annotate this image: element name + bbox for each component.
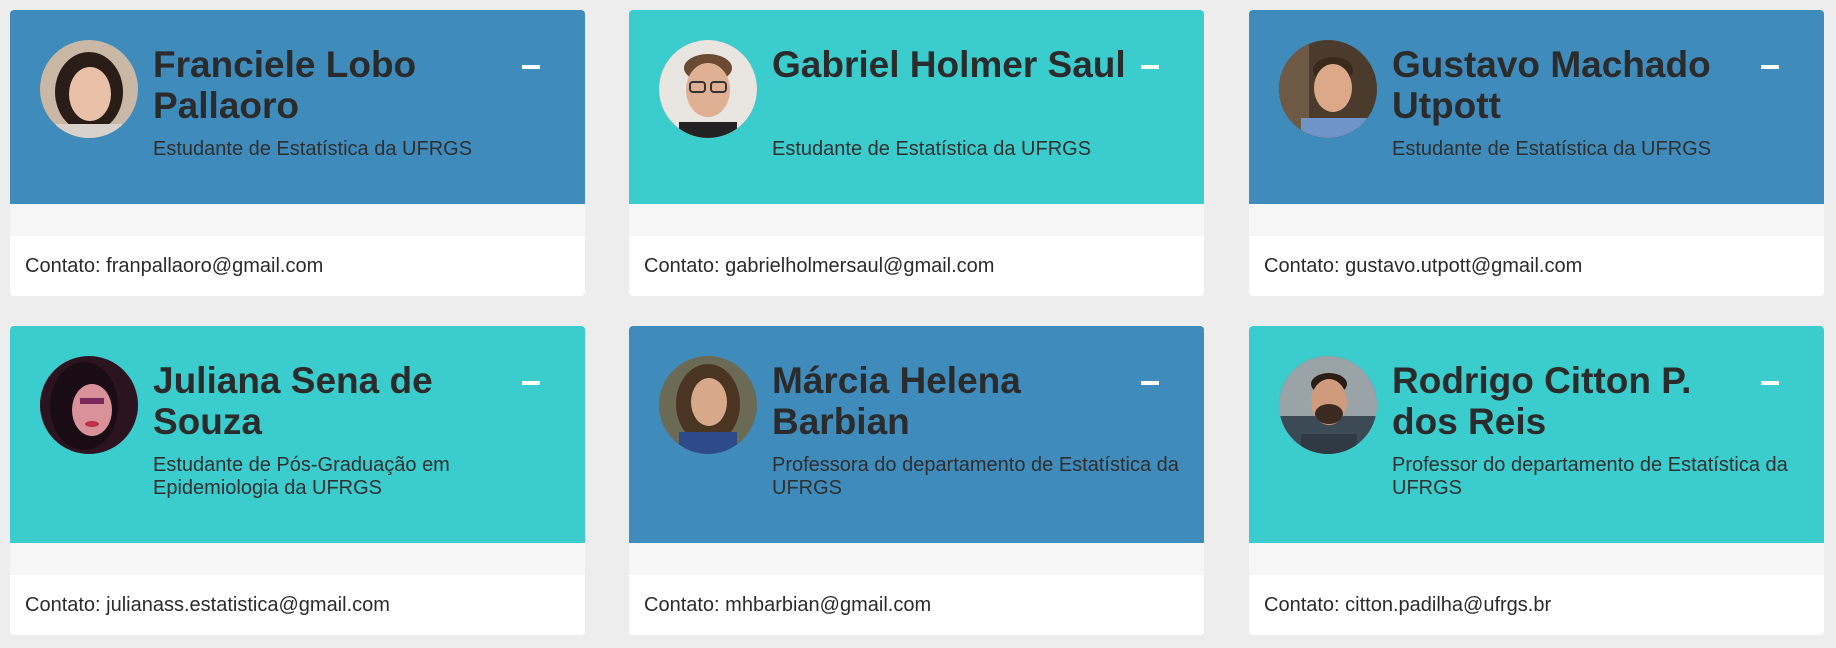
member-name: Rodrigo Citton P. dos Reis: [1392, 360, 1692, 442]
card-footer: Contato: franpallaoro@gmail.com: [10, 236, 585, 296]
card-header: Franciele Lobo Pallaoro Estudante de Est…: [10, 10, 585, 204]
avatar: [1279, 356, 1377, 454]
contact-label: Contato:: [25, 594, 101, 616]
collapse-button[interactable]: [1141, 60, 1159, 74]
card-footer: Contato: mhbarbian@gmail.com: [629, 575, 1204, 635]
avatar: [659, 356, 757, 454]
team-card: Juliana Sena de Souza Estudante de Pós-G…: [10, 326, 585, 635]
card-footer: Contato: citton.padilha@ufrgs.br: [1249, 575, 1824, 635]
contact-label: Contato:: [644, 594, 720, 616]
collapse-button[interactable]: [1761, 376, 1779, 390]
team-card: Franciele Lobo Pallaoro Estudante de Est…: [10, 10, 585, 296]
contact-label: Contato:: [25, 255, 101, 277]
contact-label: Contato:: [1264, 255, 1340, 277]
card-header: Rodrigo Citton P. dos Reis Professor do …: [1249, 326, 1824, 543]
team-card: Márcia Helena Barbian Professora do depa…: [629, 326, 1204, 635]
card-body: [1249, 543, 1824, 575]
member-name: Márcia Helena Barbian: [772, 360, 1021, 442]
card-body: [10, 543, 585, 575]
member-role: Estudante de Estatística da UFRGS: [1392, 138, 1712, 160]
card-footer: Contato: gustavo.utpott@gmail.com: [1249, 236, 1824, 296]
contact-email[interactable]: julianass.estatistica@gmail.com: [106, 594, 390, 616]
card-footer: Contato: gabrielholmersaul@gmail.com: [629, 236, 1204, 296]
member-role: Estudante de Estatística da UFRGS: [772, 138, 1092, 160]
collapse-button[interactable]: [1141, 376, 1159, 390]
member-name: Juliana Sena de Souza: [153, 360, 433, 442]
avatar: [40, 356, 138, 454]
collapse-button[interactable]: [1761, 60, 1779, 74]
contact-label: Contato:: [644, 255, 720, 277]
member-name: Franciele Lobo Pallaoro: [153, 44, 417, 126]
card-header: Juliana Sena de Souza Estudante de Pós-G…: [10, 326, 585, 543]
avatar: [1279, 40, 1377, 138]
contact-email[interactable]: gustavo.utpott@gmail.com: [1345, 255, 1582, 277]
contact-email[interactable]: franpallaoro@gmail.com: [106, 255, 323, 277]
contact-email[interactable]: gabrielholmersaul@gmail.com: [725, 255, 994, 277]
member-role: Professor do departamento de Estatística…: [1392, 454, 1788, 499]
card-header: Gustavo Machado Utpott Estudante de Esta…: [1249, 10, 1824, 204]
card-body: [629, 204, 1204, 236]
card-header: Márcia Helena Barbian Professora do depa…: [629, 326, 1204, 543]
contact-label: Contato:: [1264, 594, 1340, 616]
collapse-button[interactable]: [522, 60, 540, 74]
team-card: Gustavo Machado Utpott Estudante de Esta…: [1249, 10, 1824, 296]
team-card: Rodrigo Citton P. dos Reis Professor do …: [1249, 326, 1824, 635]
collapse-button[interactable]: [522, 376, 540, 390]
member-name: Gabriel Holmer Saul: [772, 44, 1126, 85]
member-role: Estudante de Estatística da UFRGS: [153, 138, 473, 160]
card-body: [629, 543, 1204, 575]
member-role: Professora do departamento de Estatístic…: [772, 454, 1179, 499]
team-card: Gabriel Holmer Saul Estudante de Estatís…: [629, 10, 1204, 296]
contact-email[interactable]: citton.padilha@ufrgs.br: [1345, 594, 1551, 616]
member-role: Estudante de Pós-Graduação em Epidemiolo…: [153, 454, 450, 499]
card-footer: Contato: julianass.estatistica@gmail.com: [10, 575, 585, 635]
card-body: [1249, 204, 1824, 236]
member-name: Gustavo Machado Utpott: [1392, 44, 1711, 126]
contact-email[interactable]: mhbarbian@gmail.com: [725, 594, 931, 616]
card-body: [10, 204, 585, 236]
avatar: [40, 40, 138, 138]
avatar: [659, 40, 757, 138]
card-header: Gabriel Holmer Saul Estudante de Estatís…: [629, 10, 1204, 204]
